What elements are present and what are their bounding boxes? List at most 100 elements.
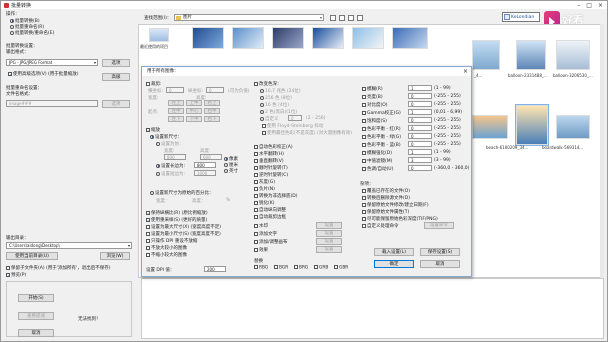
watermark-check[interactable]: 水印 (254, 223, 268, 229)
custom-cmd-check[interactable]: 自定义处理命令 (362, 223, 399, 229)
crop-check[interactable]: 裁剪: (146, 81, 162, 87)
set-percent-radio[interactable]: 设置新尺寸为原始的百分比： (150, 190, 214, 196)
hue-check[interactable]: 色调/自动(U) (362, 166, 393, 172)
close-icon[interactable]: × (598, 2, 603, 9)
set-long-radio[interactable]: 设置长边为: (156, 163, 185, 169)
contrast-field[interactable]: 0 (408, 101, 432, 107)
flip-v-check[interactable]: 垂直翻转(V) (254, 158, 284, 164)
canvas-settings-button[interactable]: 设置 (316, 238, 342, 245)
origin-top-left[interactable]: 左上 (168, 100, 184, 106)
minimize-icon[interactable]: – (577, 2, 580, 9)
auto-color-check[interactable]: 自动色彩校正(A) (254, 144, 293, 150)
negative-check[interactable]: 负片(N) (254, 186, 275, 192)
add-text-check[interactable]: 添加文字 (254, 231, 277, 237)
brightness-check[interactable]: 亮度(B) (362, 94, 383, 100)
crop-x-field[interactable]: 0 (166, 87, 184, 93)
output-dir-field[interactable]: C:\Users\aidong\Desktop\ ▾ (6, 242, 132, 249)
depth-custom[interactable]: 自定义 (260, 116, 279, 122)
auto-portrait-check[interactable]: 自动纵向调整 (254, 207, 286, 213)
convert-bg-check[interactable]: 转换为非选择底(D) (254, 193, 297, 199)
search-box[interactable]: KeLondian (502, 12, 540, 22)
op-batch-both[interactable]: 批量转换/重命名(E) (10, 30, 54, 36)
set-short-radio[interactable]: 设置短边为: (156, 171, 185, 177)
add-text-settings-button[interactable]: 设置 (316, 230, 342, 237)
gamma-check[interactable]: Gamma校正(G) (362, 110, 401, 116)
start-button[interactable]: 开始(S) (18, 294, 54, 302)
name-pattern-field[interactable]: image### (6, 100, 98, 107)
thumbnail[interactable] (556, 40, 590, 70)
custom-cmd-button[interactable]: 设置命令 (424, 222, 454, 229)
thumbnail[interactable] (472, 115, 508, 139)
width-field[interactable]: 800 (164, 154, 186, 160)
median-check[interactable]: 中值滤镜(M) (362, 158, 392, 164)
save-settings-button[interactable]: 保存设置(S) (420, 248, 460, 256)
origin-bottom-left[interactable]: 左下 (168, 116, 184, 122)
no-shrink-check[interactable]: 不缩小较大的图像 (146, 252, 187, 258)
thumbnail[interactable] (272, 27, 304, 49)
thumbnail[interactable] (515, 104, 549, 146)
dither-check[interactable]: 使用 Floyd-Steinberg 抖动 (262, 123, 323, 129)
advanced-check[interactable]: ✓使用高级选项(V) (用于批量缩放) (8, 71, 79, 77)
view-menu-icon[interactable] (357, 15, 363, 21)
format-options-button[interactable]: 选项 (102, 59, 130, 67)
grayscale-check[interactable]: 灰度(G) (254, 179, 275, 185)
chevron-down-icon[interactable]: ▾ (320, 15, 322, 21)
crop-y-field[interactable]: 0 (206, 87, 224, 93)
use-current-dir-button[interactable]: 使用当前目录(U) (6, 252, 58, 260)
resample-check[interactable]: ✓使用重采样(S) (更好的质量) (146, 217, 207, 223)
origin-center[interactable]: 中心 (186, 108, 202, 114)
thumbnail[interactable] (192, 27, 224, 49)
origin-top-right[interactable]: 右上 (204, 100, 220, 106)
auto-crop-border-check[interactable]: 自动裁剪边框 (254, 214, 286, 220)
balance-red-check[interactable]: 色彩平衡 - 红(R) (362, 126, 401, 132)
thumbnail[interactable] (516, 40, 546, 70)
scrollbar[interactable] (600, 24, 604, 278)
keep-subdirs-check[interactable]: 保留子文件夹(A) (用于'添加所有'，退出后不保存) (6, 265, 111, 271)
keep-ratio-check[interactable]: ✓保持纵横比(R) (原比例缩放) (146, 210, 208, 216)
effects-settings-button[interactable]: 设置 (316, 246, 342, 253)
balance-green-check[interactable]: 色彩平衡 - 绿(G) (362, 134, 401, 140)
balance-blue-check[interactable]: 色彩平衡 - 蓝(B) (362, 142, 401, 148)
sharpen-check[interactable]: 锐化(K) (254, 200, 274, 206)
preview-speed-button[interactable]: 查看提速 (18, 312, 54, 320)
watermark-settings-button[interactable]: 设置 (316, 222, 342, 229)
thumbnail[interactable] (352, 27, 384, 49)
origin-mid-right[interactable]: 右中 (204, 108, 220, 114)
dpi-field[interactable]: 200 (204, 266, 226, 272)
apply-small-check[interactable]: 设置为最小尺寸(S) (宽度高度不足) (146, 231, 221, 237)
contrast-check[interactable]: 对比度(O) (362, 102, 388, 108)
format-select[interactable]: JPG - JPG/JPEG Format ▾ (6, 59, 98, 66)
rotate-cw-check[interactable]: 顺时针旋转(T) (254, 165, 288, 171)
swap-brg[interactable]: BRG (294, 265, 308, 271)
selected-files-list[interactable] (141, 278, 604, 339)
back-icon[interactable] (330, 15, 336, 21)
swap-gbr[interactable]: GBR (334, 265, 348, 271)
blur-field[interactable]: 1 (408, 85, 432, 91)
height-field[interactable]: 600 (200, 154, 222, 160)
set-size-sub[interactable]: 设置为仿： (156, 141, 184, 147)
origin-top-center[interactable]: 上中 (186, 100, 202, 106)
swap-bgr[interactable]: BGR (274, 265, 288, 271)
thumbnail[interactable] (472, 40, 500, 70)
depth-8[interactable]: 256 色 (8位) (260, 95, 292, 101)
blur-strong-check[interactable]: 模糊强化(D) (362, 150, 392, 156)
blur-check[interactable]: 模糊(R) (362, 86, 383, 92)
gamma-field[interactable]: 1 (408, 109, 432, 115)
advanced-button[interactable]: 高级 (102, 73, 130, 81)
origin-mid-left[interactable]: 左中 (168, 108, 184, 114)
dpi-only-check[interactable]: 只操作 DPI 重设不放缩 (146, 238, 197, 244)
short-side-field[interactable]: 1000 (194, 170, 216, 176)
new-folder-icon[interactable] (348, 15, 354, 21)
blur-strong-field[interactable]: 1 (408, 149, 432, 155)
close-icon[interactable]: × (463, 67, 468, 76)
browse-button[interactable]: 浏览(W) (100, 252, 130, 260)
balance-red-field[interactable]: 0 (408, 125, 432, 131)
name-options-button[interactable]: 选项 (102, 100, 130, 108)
depth-4[interactable]: 16 色 (4位) (260, 102, 289, 108)
load-settings-button[interactable]: 载入设置(L) (374, 248, 414, 256)
swap-grb[interactable]: GRB (314, 265, 328, 271)
cancel-button[interactable]: 取消 (18, 329, 54, 337)
depth-custom-field[interactable]: 0 (288, 115, 302, 121)
dialog-cancel-button[interactable]: 取消 (420, 260, 460, 268)
path-select[interactable]: 图片 ▾ (174, 14, 324, 21)
